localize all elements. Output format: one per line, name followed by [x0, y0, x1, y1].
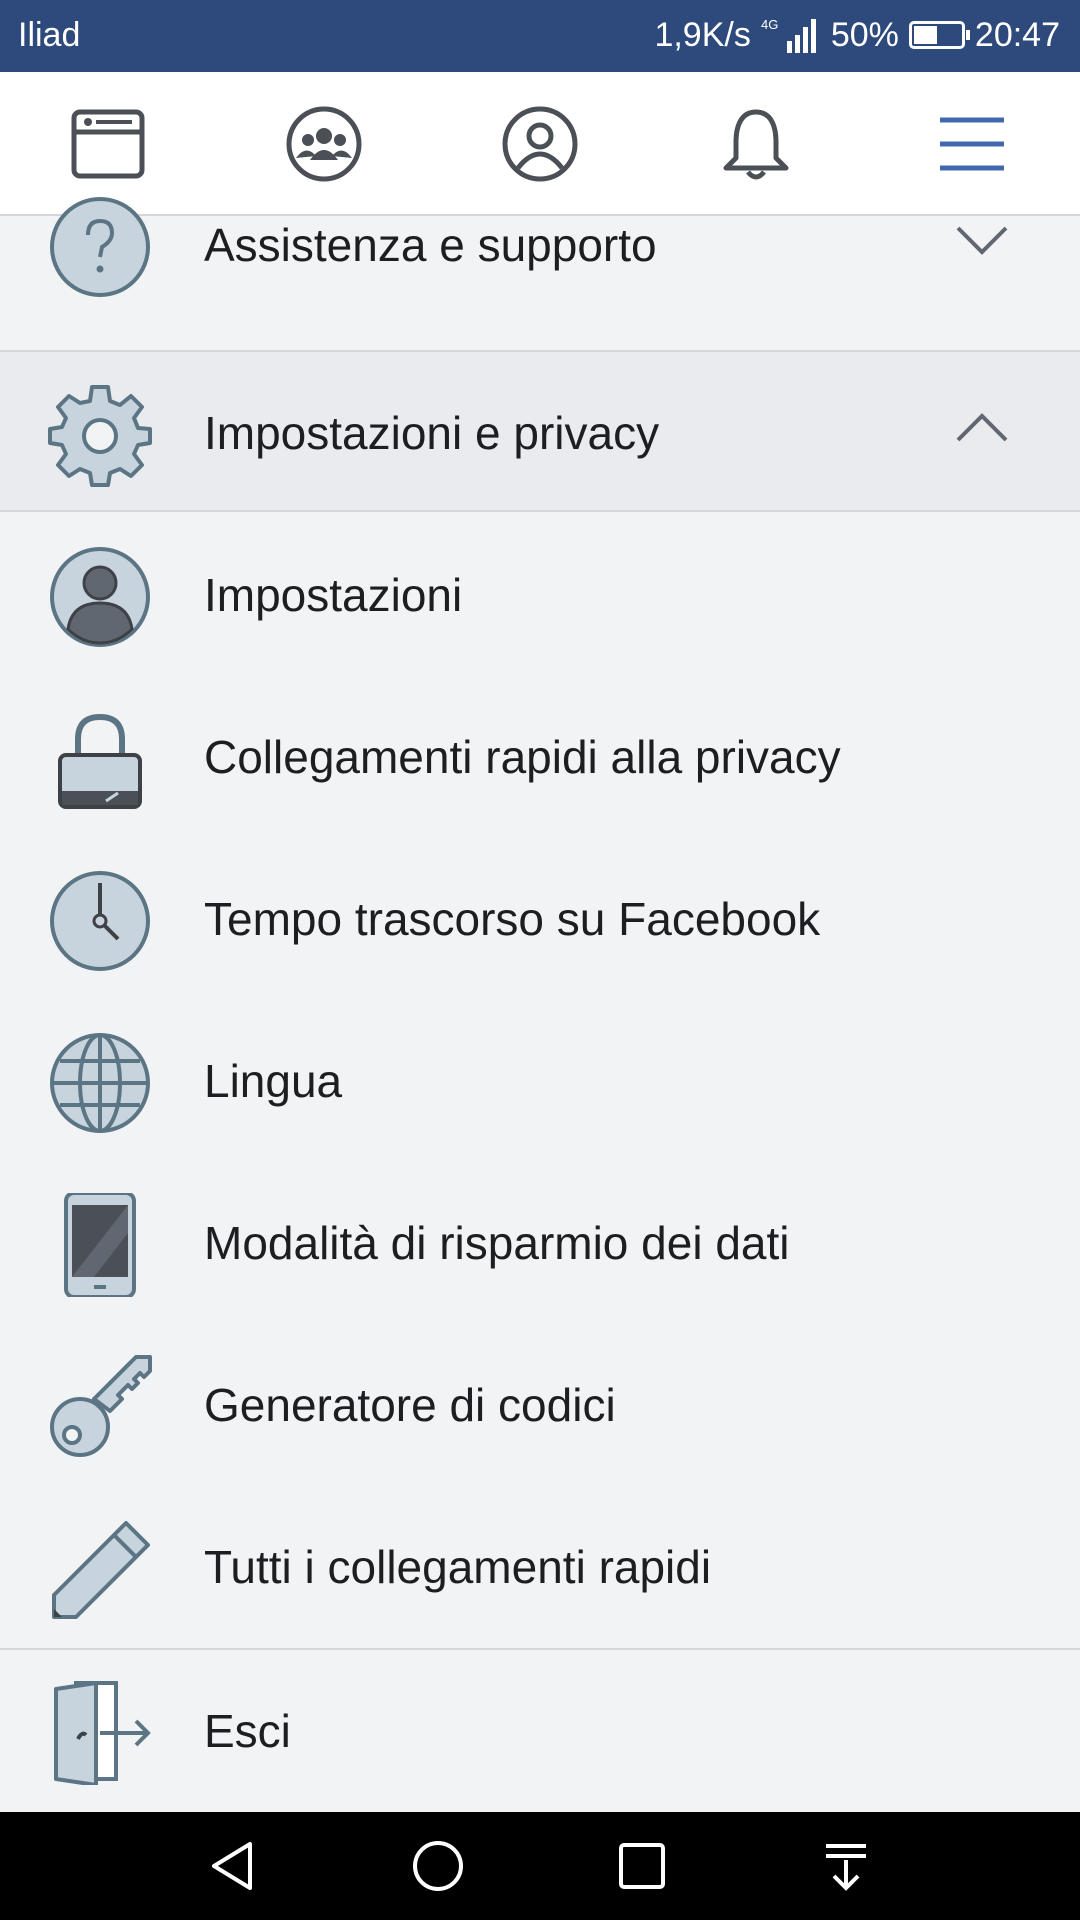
- recents-icon[interactable]: [614, 1838, 670, 1894]
- lock-icon: [48, 707, 152, 811]
- status-indicators: 1,9K/s 4G 50% 20:47: [654, 14, 1060, 56]
- home-icon[interactable]: [410, 1838, 466, 1894]
- settings-privacy-row[interactable]: Impostazioni e privacy: [0, 350, 1080, 512]
- item-label: Generatore di codici: [204, 1379, 616, 1431]
- signal-icon: 4G: [761, 17, 816, 53]
- chevron-down-icon[interactable]: [954, 212, 1010, 268]
- battery-icon: [908, 21, 970, 49]
- time-on-facebook-row[interactable]: Tempo trascorso su Facebook: [0, 838, 1080, 1000]
- item-label: Tutti i collegamenti rapidi: [204, 1541, 712, 1593]
- item-label: Impostazioni: [204, 569, 463, 621]
- back-icon[interactable]: [206, 1838, 262, 1894]
- question-circle-icon: [48, 195, 152, 299]
- help-support-row[interactable]: Assistenza e supporto: [0, 164, 1080, 326]
- system-navigation-bar: [0, 1812, 1080, 1920]
- network-type: 4G: [761, 17, 778, 32]
- exit-door-icon: [48, 1681, 152, 1787]
- user-avatar-icon: [48, 545, 152, 649]
- clock-time: 20:47: [974, 16, 1060, 54]
- phone-icon: [48, 1191, 152, 1299]
- item-label: Tempo trascorso su Facebook: [204, 893, 821, 945]
- item-label: Collegamenti rapidi alla privacy: [204, 731, 841, 783]
- language-row[interactable]: Lingua: [0, 1000, 1080, 1162]
- carrier-name: Iliad: [18, 16, 81, 54]
- logout-row[interactable]: Esci: [0, 1650, 1080, 1812]
- pencil-icon: [48, 1517, 152, 1621]
- clock-icon: [48, 869, 152, 973]
- all-shortcuts-row[interactable]: Tutti i collegamenti rapidi: [0, 1486, 1080, 1648]
- chevron-up-icon[interactable]: [954, 400, 1010, 456]
- key-icon: [48, 1355, 152, 1459]
- notifications-pull-icon[interactable]: [818, 1838, 874, 1894]
- code-generator-row[interactable]: Generatore di codici: [0, 1324, 1080, 1486]
- item-label: Lingua: [204, 1055, 343, 1107]
- settings-row[interactable]: Impostazioni: [0, 514, 1080, 676]
- help-support-label: Assistenza e supporto: [204, 219, 657, 271]
- privacy-shortcuts-row[interactable]: Collegamenti rapidi alla privacy: [0, 676, 1080, 838]
- gear-icon: [48, 383, 152, 487]
- data-saver-row[interactable]: Modalità di risparmio dei dati: [0, 1162, 1080, 1324]
- item-label: Modalità di risparmio dei dati: [204, 1217, 790, 1269]
- battery-percent: 50%: [830, 16, 899, 54]
- globe-icon: [48, 1031, 152, 1135]
- network-speed: 1,9K/s: [654, 16, 751, 54]
- settings-privacy-label: Impostazioni e privacy: [204, 407, 660, 459]
- status-bar: Iliad 1,9K/s 4G 50% 20:47: [0, 0, 1080, 72]
- logout-label: Esci: [204, 1705, 291, 1757]
